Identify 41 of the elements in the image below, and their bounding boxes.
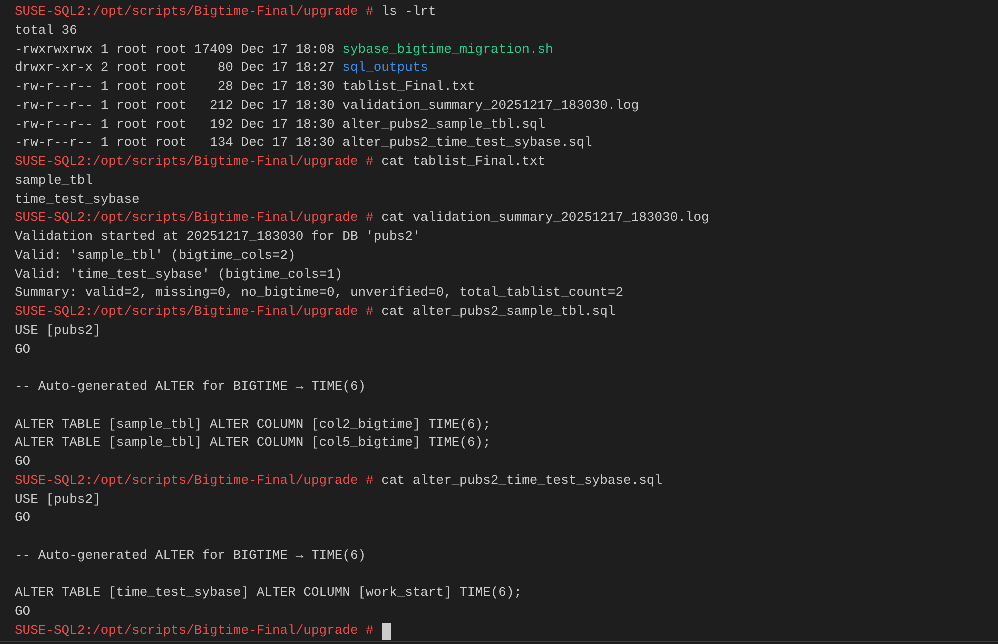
- shell-prompt: SUSE-SQL2:/opt/scripts/Bigtime-Final/upgrade #: [15, 3, 374, 21]
- file-info: -rw-r--r-- 1 root root 134 Dec 17 18:30: [15, 134, 335, 152]
- shell-prompt: SUSE-SQL2:/opt/scripts/Bigtime-Final/upgrade #: [15, 622, 374, 640]
- file-name: alter_pubs2_time_test_sybase.sql: [342, 134, 592, 152]
- output-line: Summary: valid=2, missing=0, no_bigtime=0, unverified=0, total_tablist_count=2: [15, 284, 624, 302]
- output-line: GO: [15, 340, 31, 358]
- output-line: USE [pubs2]: [15, 322, 101, 340]
- output-line: sample_tbl: [15, 172, 94, 190]
- shell-prompt: SUSE-SQL2:/opt/scripts/Bigtime-Final/upgrade #: [15, 153, 374, 171]
- shell-command: cat alter_pubs2_time_test_sybase.sql: [382, 472, 663, 490]
- output-line: GO: [15, 453, 31, 471]
- output-line: ALTER TABLE [time_test_sybase] ALTER COLUMN [work_start] TIME(6);: [15, 584, 522, 602]
- output-line: Valid: 'sample_tbl' (bigtime_cols=2): [15, 246, 296, 265]
- output-line: ALTER TABLE [sample_tbl] ALTER COLUMN [col5_bigtime] TIME(6);: [15, 434, 491, 452]
- output-line: GO: [15, 509, 31, 528]
- file-info: drwxr-xr-x 2 root root 80 Dec 17 18:27: [15, 59, 335, 78]
- shell-command: cat alter_pubs2_sample_tbl.sql: [382, 303, 616, 321]
- output-line: -- Auto-generated ALTER for BIGTIME → TIME(6): [15, 546, 366, 565]
- output-line: GO: [15, 603, 31, 621]
- file-info: -rwxrwxrwx 1 root root 17409 Dec 17 18:08: [15, 40, 335, 58]
- output-line: ALTER TABLE [sample_tbl] ALTER COLUMN [col2_bigtime] TIME(6);: [15, 416, 491, 434]
- file-name: validation_summary_20251217_183030.log: [342, 96, 640, 115]
- shell-prompt: SUSE-SQL2:/opt/scripts/Bigtime-Final/upgrade #: [15, 209, 374, 228]
- file-name: alter_pubs2_sample_tbl.sql: [342, 116, 546, 134]
- file-info: -rw-r--r-- 1 root root 192 Dec 17 18:30: [15, 116, 335, 134]
- file-info: -rw-r--r-- 1 root root 212 Dec 17 18:30: [15, 96, 335, 115]
- output-line: USE [pubs2]: [15, 490, 101, 508]
- file-name: tablist_Final.txt: [342, 78, 476, 96]
- output-line: Valid: 'time_test_sybase' (bigtime_cols=1): [15, 266, 343, 284]
- shell-prompt: SUSE-SQL2:/opt/scripts/Bigtime-Final/upgrade #: [15, 303, 374, 321]
- file-name: sql_outputs: [342, 59, 428, 78]
- output-line: time_test_sybase: [15, 190, 140, 208]
- shell-prompt: SUSE-SQL2:/opt/scripts/Bigtime-Final/upgrade #: [15, 472, 374, 490]
- output-line: total 36: [15, 22, 78, 40]
- output-line: -- Auto-generated ALTER for BIGTIME → TIME(6): [15, 378, 366, 396]
- shell-command: cat validation_summary_20251217_183030.log: [382, 209, 710, 228]
- shell-command: cat tablist_Final.txt: [382, 153, 546, 171]
- file-name: sybase_bigtime_migration.sh: [342, 40, 554, 58]
- file-info: -rw-r--r-- 1 root root 28 Dec 17 18:30: [15, 78, 335, 96]
- shell-command: ls -lrt: [382, 3, 436, 21]
- output-line: Validation started at 20251217_183030 for DB 'pubs2': [15, 228, 421, 246]
